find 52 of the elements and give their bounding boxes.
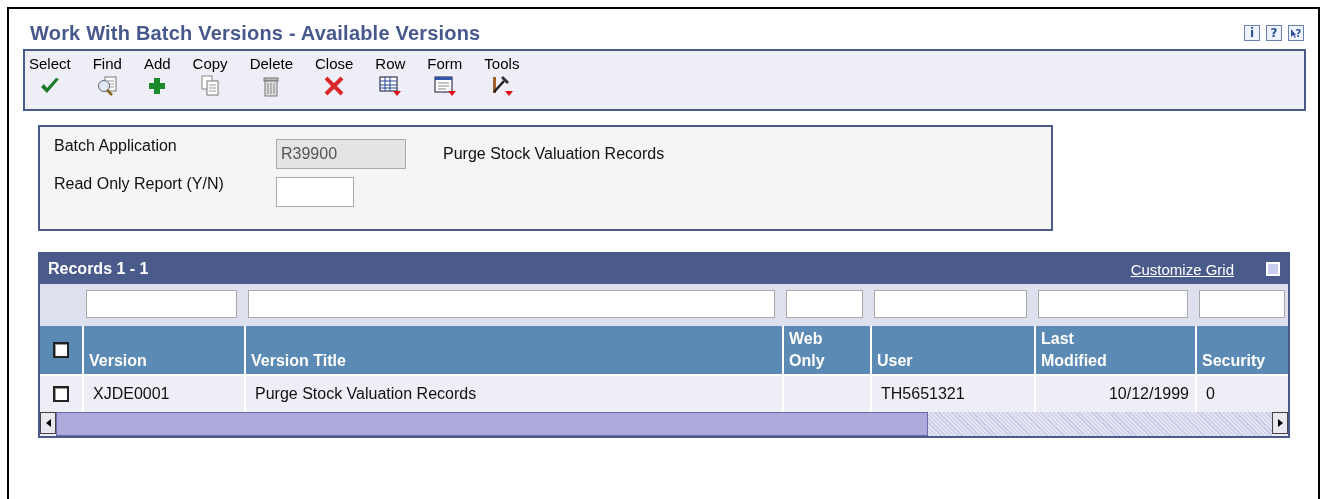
column-header[interactable]: User: [877, 350, 913, 372]
customize-grid-link[interactable]: Customize Grid: [1130, 260, 1234, 278]
trash-can-icon: [262, 75, 281, 97]
toolbar-button[interactable]: Tools: [484, 55, 520, 109]
toolbar-button[interactable]: Select: [29, 55, 71, 109]
window-title: Work With Batch Versions - Available Versions: [30, 21, 482, 45]
table-cell: 0: [1206, 385, 1215, 403]
left-arrow-icon: [45, 419, 51, 427]
toolbar-button[interactable]: Close: [315, 55, 354, 109]
whats-this-help-button[interactable]: ?: [1288, 25, 1304, 41]
scroll-left-button[interactable]: [40, 412, 56, 434]
column-header[interactable]: Version: [89, 350, 147, 372]
checkbox[interactable]: [53, 386, 69, 402]
column-header[interactable]: Version Title: [251, 350, 346, 372]
help-button[interactable]: ?: [1266, 25, 1282, 41]
field-description: Purge Stock Valuation Records: [443, 145, 665, 163]
pointer-icon: [1290, 28, 1296, 38]
grid-title: Records 1 - 1: [48, 260, 150, 278]
table-cell: TH5651321: [881, 385, 965, 403]
table-cell: Purge Stock Valuation Records: [255, 385, 477, 403]
checkbox[interactable]: [53, 342, 69, 358]
toolbar-button[interactable]: Delete: [249, 55, 293, 109]
field-label: Batch Application: [54, 136, 178, 155]
column-header[interactable]: Web Only: [789, 328, 839, 372]
right-arrow-icon: [1277, 419, 1283, 427]
plus-icon: [148, 77, 167, 95]
copy-icon: [200, 75, 221, 97]
filter-field[interactable]: [1199, 290, 1285, 318]
column-header[interactable]: Last Modified: [1041, 328, 1121, 372]
scroll-right-button[interactable]: [1272, 412, 1288, 434]
toolbar-button[interactable]: Copy: [192, 55, 228, 109]
maximize-icon[interactable]: [1266, 262, 1280, 276]
table-dropdown-icon: [378, 75, 403, 97]
filter-field[interactable]: [86, 290, 237, 318]
field-label: Read Only Report (Y/N): [54, 174, 225, 193]
input-field[interactable]: [276, 177, 354, 207]
toolbar-button[interactable]: Find: [92, 55, 122, 109]
info-button[interactable]: i: [1244, 25, 1260, 41]
filter-field[interactable]: [1038, 290, 1188, 318]
table-cell: 10/12/1999: [1108, 385, 1189, 403]
filter-field[interactable]: [786, 290, 863, 318]
toolbar-button[interactable]: Add: [143, 55, 171, 109]
scrollbar-thumb[interactable]: [56, 412, 928, 436]
filter-field[interactable]: [248, 290, 775, 318]
form-dropdown-icon: [432, 75, 457, 97]
close-icon: [323, 75, 346, 97]
table-cell: XJDE0001: [93, 385, 170, 403]
toolbar-button[interactable]: Form: [427, 55, 463, 109]
magnifier-document-icon: [95, 75, 120, 97]
filter-field[interactable]: [874, 290, 1027, 318]
toolbar-button[interactable]: Row: [375, 55, 406, 109]
column-header[interactable]: Security: [1202, 350, 1266, 372]
